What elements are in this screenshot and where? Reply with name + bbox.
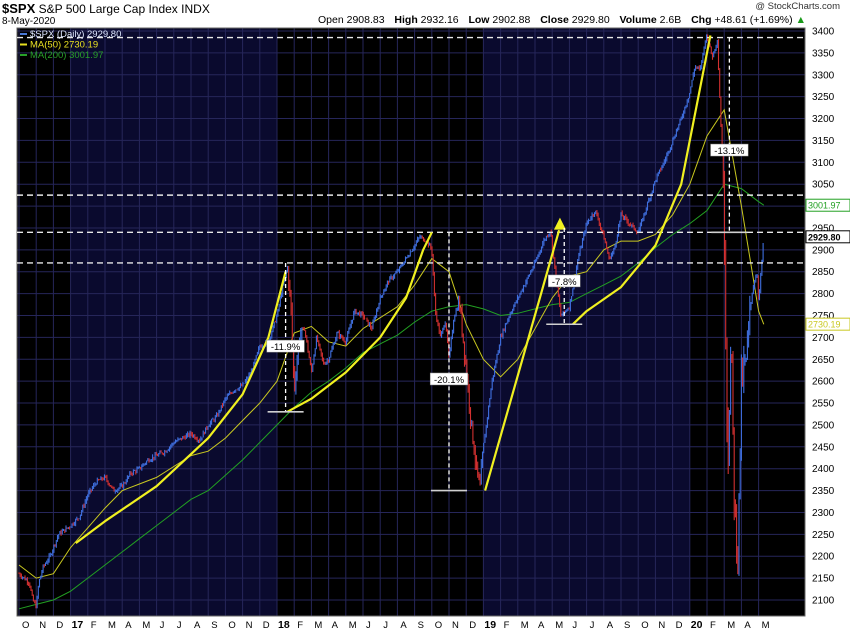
drawdown-label: -7.8%: [552, 277, 577, 288]
drawdown-label: -11.9%: [271, 342, 301, 353]
y-tick-label: 3150: [812, 136, 835, 147]
x-month-label: N: [39, 620, 46, 631]
x-month-label: A: [400, 620, 407, 631]
x-month-label: S: [624, 620, 630, 631]
drawdown-label: -20.1%: [434, 375, 465, 386]
x-month-label: A: [607, 620, 614, 631]
x-month-label: N: [246, 620, 253, 631]
x-month-label: J: [383, 620, 388, 631]
x-month-label: J: [160, 620, 165, 631]
y-tick-label: 2350: [812, 486, 835, 497]
x-month-label: M: [349, 620, 357, 631]
x-month-label: D: [263, 620, 270, 631]
price-tag-label: 2730.19: [808, 320, 841, 330]
x-month-label: M: [521, 620, 529, 631]
legend-entry: MA(200) 3001.97: [30, 50, 103, 61]
y-tick-label: 2300: [812, 508, 835, 519]
x-month-label: O: [228, 620, 235, 631]
y-tick-label: 2800: [812, 289, 835, 300]
y-tick-label: 3400: [812, 27, 835, 38]
x-month-label: A: [538, 620, 545, 631]
x-month-label: J: [572, 620, 577, 631]
x-month-label: A: [125, 620, 132, 631]
y-tick-label: 3350: [812, 48, 835, 59]
x-month-label: M: [762, 620, 770, 631]
x-month-label: M: [727, 620, 735, 631]
x-month-label: N: [658, 620, 665, 631]
x-month-label: J: [177, 620, 182, 631]
y-tick-label: 2850: [812, 267, 835, 278]
x-month-label: S: [211, 620, 217, 631]
price-chart[interactable]: -11.9% -20.1% -7.8% -13.1% 2100 2150 2200 2250 2…: [0, 0, 850, 633]
x-month-label: M: [108, 620, 116, 631]
y-tick-label: 3050: [812, 180, 835, 191]
y-tick-label: 2900: [812, 245, 835, 256]
y-tick-label: 2150: [812, 574, 835, 585]
x-month-label: F: [710, 620, 716, 631]
x-month-label: S: [418, 620, 424, 631]
x-month-label: F: [91, 620, 97, 631]
price-tag-label: 3001.97: [808, 201, 841, 211]
x-year-label: 20: [691, 619, 703, 631]
y-tick-label: 3300: [812, 70, 835, 81]
x-month-label: N: [452, 620, 459, 631]
x-month-label: A: [744, 620, 751, 631]
x-month-label: D: [56, 620, 63, 631]
x-month-label: M: [555, 620, 563, 631]
y-tick-label: 2250: [812, 530, 835, 541]
y-tick-label: 3250: [812, 92, 835, 103]
y-tick-label: 2700: [812, 333, 835, 344]
price-tag-label: 2929.80: [808, 232, 841, 242]
x-month-label: M: [142, 620, 150, 631]
x-month-label: M: [314, 620, 322, 631]
y-tick-label: 2200: [812, 552, 835, 563]
x-month-label: D: [469, 620, 476, 631]
x-month-label: J: [366, 620, 371, 631]
y-tick-label: 2500: [812, 420, 835, 431]
y-tick-label: 2400: [812, 464, 835, 475]
x-month-label: F: [504, 620, 510, 631]
x-month-label: O: [435, 620, 442, 631]
x-year-label: 18: [278, 619, 290, 631]
x-month-label: J: [590, 620, 595, 631]
y-tick-label: 3100: [812, 158, 835, 169]
legend-entry: MA(50) 2730.19: [30, 40, 98, 51]
x-month-label: O: [22, 620, 29, 631]
x-year-label: 17: [72, 619, 84, 631]
x-month-label: F: [297, 620, 303, 631]
x-year-label: 19: [484, 619, 496, 631]
y-tick-label: 2600: [812, 377, 835, 388]
legend-entry: $SPX (Daily) 2929.80: [30, 29, 121, 40]
y-tick-label: 2450: [812, 442, 835, 453]
x-month-label: A: [194, 620, 201, 631]
x-month-label: D: [676, 620, 683, 631]
drawdown-label: -13.1%: [714, 146, 745, 157]
x-month-label: A: [332, 620, 339, 631]
y-tick-label: 2100: [812, 596, 835, 607]
y-tick-label: 2650: [812, 355, 835, 366]
y-tick-label: 2550: [812, 399, 835, 410]
x-month-label: O: [641, 620, 648, 631]
y-tick-label: 3200: [812, 114, 835, 125]
